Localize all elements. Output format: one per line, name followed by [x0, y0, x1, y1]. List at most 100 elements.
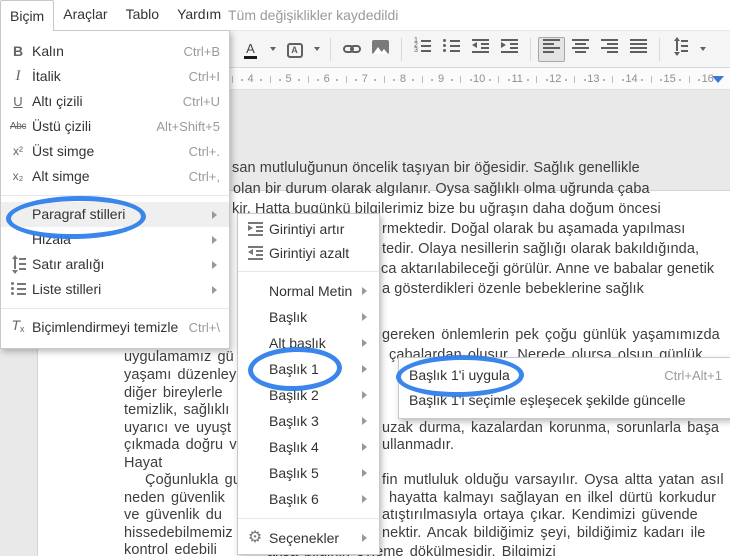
format-menu: B Kalın Ctrl+B I İtalik Ctrl+I U Altı çizili Ctr… — [0, 30, 230, 349]
toolbar-separator — [530, 37, 531, 61]
submenu-arrow-icon — [212, 235, 217, 244]
menu-separator — [238, 518, 379, 519]
menu-item-label: Başlık 6 — [269, 491, 319, 507]
menu-item-label: Başlık 5 — [269, 465, 319, 481]
menu-item-label: Biçimlendirmeyi temizle — [32, 319, 179, 335]
menubar-item-format[interactable]: Biçim — [0, 0, 55, 31]
align-center-button[interactable] — [567, 37, 594, 62]
increase-indent-icon — [501, 39, 518, 59]
decrease-indent-button[interactable] — [467, 37, 494, 62]
menu-item-label: Altı çizili — [32, 93, 83, 109]
highlight-color-button[interactable]: A — [281, 37, 308, 62]
document-text-line: Çoğunlukla gu — [145, 472, 242, 488]
insert-link-button[interactable] — [338, 37, 365, 62]
document-text-line: nektir. Ancak bildiğimiz şeyi, bildiğimi… — [382, 525, 706, 541]
menubar-item-table[interactable]: Tablo — [117, 0, 168, 29]
menu-item-heading-6[interactable]: Başlık 6 — [238, 486, 379, 512]
ruler-tick — [469, 79, 472, 81]
ruler-tick — [574, 76, 576, 83]
shortcut-label: Ctrl+B — [183, 44, 220, 59]
ruler-tick — [307, 76, 309, 83]
text-color-button[interactable]: A — [237, 37, 264, 62]
ruler-tick — [545, 79, 548, 81]
menu-separator — [238, 271, 379, 272]
menu-item-label: İtalik — [32, 68, 61, 84]
document-text-line: ca aktarılabileceği görülür. Anne ve bab… — [381, 261, 715, 277]
align-left-icon — [543, 39, 560, 59]
document-text-line: a gösterdikleri özenle bebeklerine sağlı… — [382, 281, 645, 297]
justify-button[interactable] — [625, 37, 652, 62]
line-spacing-button[interactable] — [667, 37, 694, 62]
menu-item-clear-formatting[interactable]: Tx Biçimlendirmeyi temizle Ctrl+\ — [1, 315, 229, 340]
bold-B-icon: B — [12, 43, 24, 59]
menubar-item-help[interactable]: Yardım — [168, 0, 230, 29]
align-left-button[interactable] — [538, 36, 565, 62]
menu-item-heading-4[interactable]: Başlık 4 — [238, 434, 379, 460]
document-text-line: hayatta kalmayı sağlayan en ilkel dürtü … — [389, 490, 717, 506]
increase-indent-button[interactable] — [496, 37, 523, 62]
menu-item-line-spacing[interactable]: Satır aralığı — [1, 252, 229, 277]
insert-link-icon — [342, 40, 361, 58]
ruler-number: 11 — [511, 73, 523, 85]
ruler-tick — [536, 76, 538, 83]
shortcut-label: Alt+Shift+5 — [156, 119, 220, 134]
menu-item-heading-5[interactable]: Başlık 5 — [238, 460, 379, 486]
ruler-tick — [241, 79, 243, 81]
bulleted-list-button[interactable] — [438, 37, 465, 62]
menu-item-heading-3[interactable]: Başlık 3 — [238, 408, 379, 434]
insert-image-icon — [372, 39, 389, 59]
superscript-icon: x² — [13, 144, 23, 158]
menu-item-list-styles[interactable]: Liste stilleri — [1, 277, 229, 302]
subscript-icon: x₂ — [12, 169, 24, 183]
document-text-line: diğer bireylerle — [124, 385, 223, 401]
submenu-arrow-icon — [362, 365, 367, 373]
highlight-color-dropdown[interactable] — [310, 37, 323, 62]
menu-separator — [1, 195, 229, 196]
menu-bar: Biçim Araçlar Tablo Yardım Tüm değişiklikle… — [0, 0, 730, 31]
right-indent-marker-icon[interactable] — [712, 76, 724, 83]
menu-item-decrease-indent[interactable]: Girintiyi azalt — [238, 241, 379, 265]
ruler-tick — [602, 79, 605, 81]
submenu-arrow-icon — [362, 339, 367, 347]
line-spacing-dropdown[interactable] — [696, 37, 709, 62]
numbered-list-button[interactable]: 123 — [409, 37, 436, 62]
list-icon — [7, 277, 29, 302]
shortcut-label: Ctrl+I — [188, 69, 220, 84]
menu-item-bold[interactable]: B Kalın Ctrl+B — [1, 39, 229, 64]
menu-item-label: Girintiyi azalt — [269, 245, 350, 261]
ruler-tick — [698, 79, 701, 81]
shortcut-label: Ctrl+U — [182, 94, 220, 109]
menu-item-superscript[interactable]: x² Üst simge Ctrl+. — [1, 139, 229, 164]
ruler-tick — [279, 79, 281, 81]
line-spacing-icon — [673, 37, 688, 59]
ruler-tick — [498, 76, 500, 83]
menu-item-subscript[interactable]: x₂ Alt simge Ctrl+, — [1, 164, 229, 189]
ruler-number: 9 — [437, 73, 445, 85]
menu-item-label: Seçenekler — [269, 530, 340, 546]
ruler-tick — [269, 76, 271, 83]
menu-item-label: Normal Metin — [269, 283, 353, 299]
insert-image-button[interactable] — [367, 37, 394, 62]
menu-item-increase-indent[interactable]: Girintiyi artır — [238, 217, 379, 241]
shortcut-label: Ctrl+. — [188, 144, 220, 159]
menu-item-underline[interactable]: U Altı çizili Ctrl+U — [1, 89, 229, 114]
document-text-line: san mutluluğunun öncelik taşıyan bir öğe… — [232, 160, 640, 176]
menu-item-normal-text[interactable]: Normal Metin — [238, 278, 379, 304]
indent-increase-icon — [244, 217, 266, 241]
document-text-line: hissedebilmemiz — [124, 525, 233, 541]
underline-U-icon: U — [13, 94, 23, 109]
chevron-down-icon — [699, 47, 706, 51]
submenu-arrow-icon — [362, 495, 367, 503]
menu-item-italic[interactable]: I İtalik Ctrl+I — [1, 64, 229, 89]
menu-item-title[interactable]: Başlık — [238, 304, 379, 330]
submenu-arrow-icon — [212, 260, 217, 269]
align-right-button[interactable] — [596, 37, 623, 62]
text-color-dropdown[interactable] — [266, 37, 279, 62]
menu-item-options[interactable]: ⚙ Seçenekler — [238, 525, 379, 551]
submenu-arrow-icon — [362, 443, 367, 451]
align-right-icon — [601, 39, 618, 59]
ruler-tick — [412, 79, 415, 81]
ruler-tick — [460, 76, 461, 83]
menu-item-strikethrough[interactable]: Abc Üstü çizili Alt+Shift+5 — [1, 114, 229, 139]
menubar-item-tools[interactable]: Araçlar — [54, 0, 116, 29]
